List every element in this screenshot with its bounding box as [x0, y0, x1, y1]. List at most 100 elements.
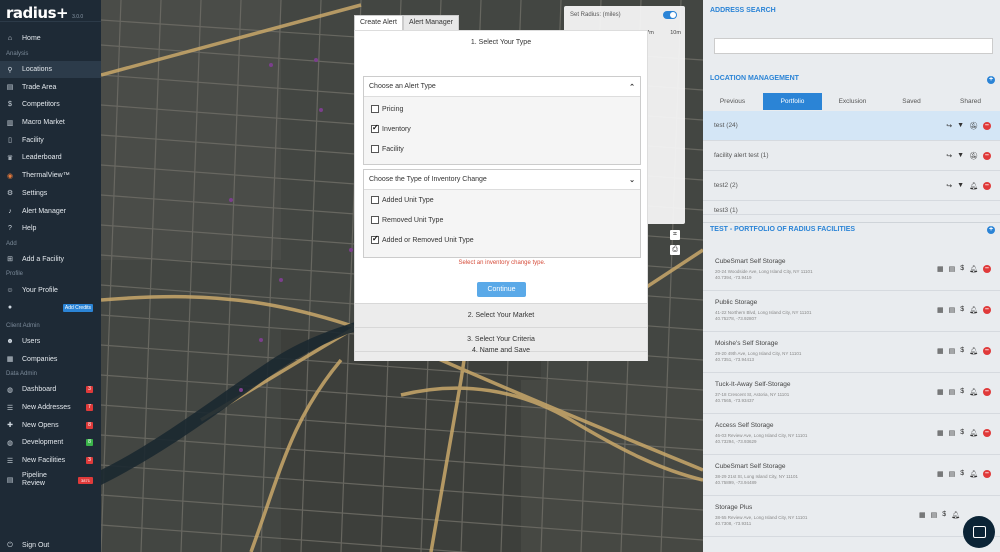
checkbox-checked-icon[interactable] — [371, 234, 379, 244]
tab-previous[interactable]: Previous — [703, 93, 762, 110]
filter-icon[interactable]: ▼ — [957, 122, 964, 130]
filter-icon[interactable]: ▼ — [957, 152, 964, 160]
facility-row[interactable]: Public Storage 41-22 Northern Blvd, Long… — [703, 291, 1000, 332]
building-icon[interactable]: ▦ — [937, 306, 944, 314]
tab-alert-manager[interactable]: Alert Manager — [402, 15, 459, 30]
nav-leaderboard[interactable]: ♛ Leaderboard — [0, 149, 101, 167]
checkbox-icon[interactable] — [371, 105, 379, 113]
bell-icon[interactable]: 🔔︎ — [969, 388, 978, 396]
alert-type-header[interactable]: Choose an Alert Type ⌃ — [364, 77, 640, 97]
checkbox-added-or-removed[interactable]: Added or Removed Unit Type — [364, 230, 640, 250]
location-list-row[interactable]: test2 (2) ↪ ▼ 🔔︎ – — [703, 171, 1000, 201]
checkbox-icon[interactable] — [371, 196, 379, 204]
nav-thermalview[interactable]: ◉ ThermalView™ — [0, 167, 101, 185]
location-list-row[interactable]: facility alert test (1) ↪ ▼ 🔕︎ – — [703, 141, 1000, 171]
nav-development[interactable]: ◍ Development 8 — [0, 434, 101, 452]
nav-help[interactable]: ? Help — [0, 220, 101, 238]
document-icon[interactable]: ▤ — [931, 511, 938, 519]
dollar-icon[interactable]: $ — [960, 388, 964, 396]
nav-companies[interactable]: ▦ Companies — [0, 350, 101, 368]
facility-row[interactable]: CubeSmart Self Storage 20-24 Woodside Av… — [703, 250, 1000, 291]
nav-home[interactable]: ⌂ Home — [0, 30, 101, 48]
map-print-icon[interactable]: ⎙ — [670, 245, 680, 255]
location-list-row[interactable]: test3 (1) — [703, 201, 1000, 215]
nav-dashboard[interactable]: ◍ Dashboard 3 — [0, 381, 101, 399]
delete-icon[interactable]: – — [983, 151, 991, 160]
building-icon[interactable]: ▦ — [937, 470, 944, 478]
share-icon[interactable]: ↪ — [946, 122, 952, 130]
nav-facility[interactable]: ▯ Facility — [0, 131, 101, 149]
delete-icon[interactable]: – — [983, 347, 991, 355]
bell-icon[interactable]: 🔔︎ — [969, 182, 978, 190]
address-search-input[interactable] — [714, 38, 993, 54]
facility-row[interactable]: Moishe's Self Storage 29-20 49th Ave, Lo… — [703, 332, 1000, 373]
bell-icon[interactable]: 🔔︎ — [969, 429, 978, 437]
bell-icon[interactable]: 🔔︎ — [969, 347, 978, 355]
delete-icon[interactable]: – — [983, 181, 991, 190]
nav-settings[interactable]: ⚙ Settings — [0, 185, 101, 203]
document-icon[interactable]: ▤ — [949, 470, 956, 478]
tab-saved[interactable]: Saved — [882, 93, 941, 110]
checkbox-removed-unit-type[interactable]: Removed Unit Type — [364, 210, 640, 230]
nav-locations[interactable]: ⚲ Locations — [0, 60, 101, 79]
nav-trade-area[interactable]: ▤ Trade Area — [0, 78, 101, 96]
nav-add-facility[interactable]: ⊞ Add a Facility — [0, 251, 101, 269]
facility-row[interactable]: Tuck-It-Away Self-Storage 37-18 Crescent… — [703, 373, 1000, 414]
building-icon[interactable]: ▦ — [919, 511, 926, 519]
dollar-icon[interactable]: $ — [960, 265, 964, 273]
add-facility-icon[interactable]: + — [987, 226, 995, 234]
dollar-icon[interactable]: $ — [960, 306, 964, 314]
delete-icon[interactable]: – — [983, 265, 991, 273]
dollar-icon[interactable]: $ — [942, 511, 946, 519]
bell-off-icon[interactable]: 🔕︎ — [969, 152, 978, 160]
nav-your-profile[interactable]: ☺ Your Profile — [0, 281, 101, 299]
facility-row[interactable]: Storage Plus 38-55 Review Ave, Long Isla… — [703, 496, 1000, 537]
tab-shared[interactable]: Shared — [941, 93, 1000, 110]
bell-icon[interactable]: 🔔︎ — [951, 511, 960, 519]
document-icon[interactable]: ▤ — [949, 429, 956, 437]
document-icon[interactable]: ▤ — [949, 388, 956, 396]
checkbox-pricing[interactable]: Pricing — [364, 99, 640, 119]
radius-toggle[interactable] — [663, 11, 677, 19]
bell-icon[interactable]: 🔔︎ — [969, 470, 978, 478]
dollar-icon[interactable]: $ — [960, 347, 964, 355]
nav-pipeline-review[interactable]: ▤ Pipeline Review 3871 — [0, 469, 101, 491]
tab-exclusion[interactable]: Exclusion — [823, 93, 882, 110]
checkbox-inventory[interactable]: Inventory — [364, 119, 640, 139]
tab-portfolio[interactable]: Portfolio — [763, 93, 822, 110]
add-credits-button[interactable]: Add Credits — [62, 303, 93, 312]
checkbox-icon[interactable] — [371, 145, 379, 153]
delete-icon[interactable]: – — [983, 470, 991, 478]
dollar-icon[interactable]: $ — [960, 470, 964, 478]
checkbox-facility[interactable]: Facility — [364, 139, 640, 159]
map-layers-icon[interactable]: ⌗ — [670, 230, 680, 240]
delete-icon[interactable]: – — [983, 388, 991, 396]
share-icon[interactable]: ↪ — [946, 152, 952, 160]
checkbox-icon[interactable] — [371, 216, 379, 224]
delete-icon[interactable]: – — [983, 121, 991, 130]
building-icon[interactable]: ▦ — [937, 388, 944, 396]
nav-sign-out[interactable]: ⏻ Sign Out — [0, 537, 101, 552]
tab-create-alert[interactable]: Create Alert — [354, 15, 403, 30]
bell-off-icon[interactable]: 🔕︎ — [969, 122, 978, 130]
bell-icon[interactable]: 🔔︎ — [969, 306, 978, 314]
nav-new-opens[interactable]: ✚ New Opens 8 — [0, 416, 101, 434]
delete-icon[interactable]: – — [983, 429, 991, 437]
document-icon[interactable]: ▤ — [949, 347, 956, 355]
facility-row[interactable]: CubeSmart Self Storage 38-29 21st St, Lo… — [703, 455, 1000, 496]
share-icon[interactable]: ↪ — [946, 182, 952, 190]
step-2-bar[interactable]: 2. Select Your Market — [355, 303, 647, 327]
add-location-list-icon[interactable]: + — [987, 76, 995, 84]
document-icon[interactable]: ▤ — [949, 306, 956, 314]
building-icon[interactable]: ▦ — [937, 347, 944, 355]
delete-icon[interactable]: – — [983, 306, 991, 314]
nav-new-facilities[interactable]: ☰ New Facilities 3 — [0, 452, 101, 470]
checkbox-added-unit-type[interactable]: Added Unit Type — [364, 190, 640, 210]
nav-new-addresses[interactable]: ☰ New Addresses 7 — [0, 399, 101, 417]
nav-alert-manager[interactable]: ♪ Alert Manager — [0, 202, 101, 220]
brand-logo[interactable]: radius+ 3.0.0 — [0, 0, 101, 22]
chat-icon[interactable] — [963, 516, 995, 548]
nav-competitors[interactable]: $ Competitors — [0, 96, 101, 114]
facility-row[interactable]: Access Self Storage 46-03 Review Ave, Lo… — [703, 414, 1000, 455]
filter-icon[interactable]: ▼ — [957, 182, 964, 190]
